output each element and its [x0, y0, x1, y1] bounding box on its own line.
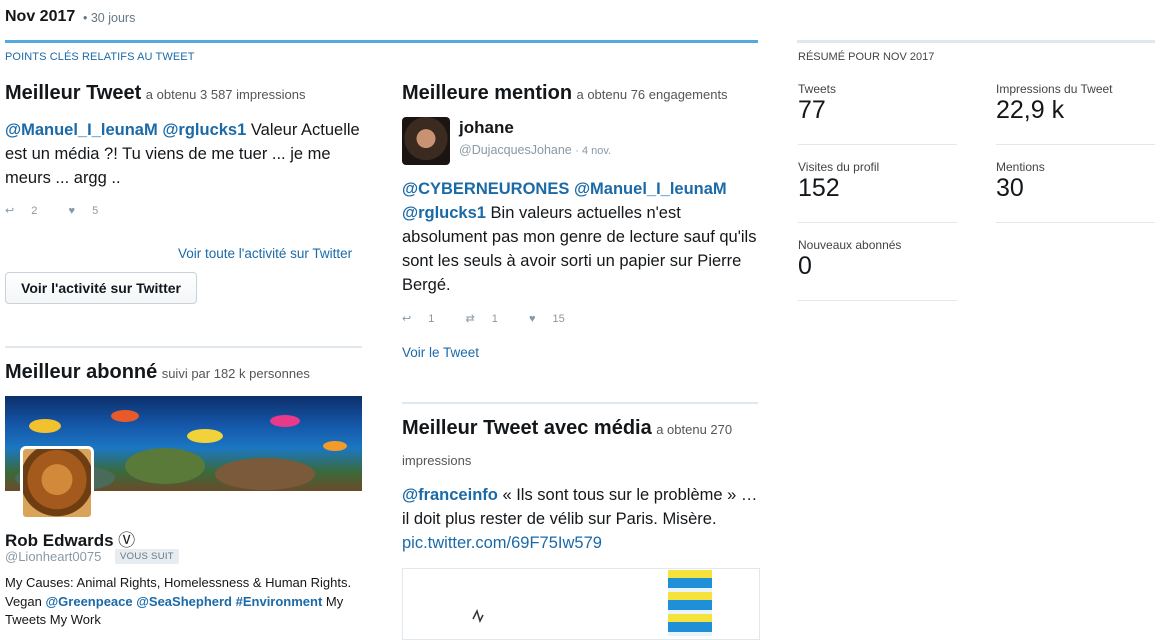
- divider: [402, 402, 758, 404]
- section-rule-highlights: [5, 40, 758, 43]
- pic-link[interactable]: pic.twitter.com/69F75Iw579: [402, 534, 602, 552]
- summary-divider: [798, 144, 957, 145]
- follower-name[interactable]: Rob Edwards: [5, 531, 114, 550]
- month-title: Nov 2017: [5, 8, 76, 25]
- summary-divider: [996, 144, 1155, 145]
- summary-impressions: Impressions du Tweet 22,9 k: [996, 82, 1113, 124]
- reply-stat[interactable]: ↩ 1: [402, 313, 448, 325]
- top-mention-stats: ↩ 1 ⇄ 1 ♥ 15: [402, 312, 593, 325]
- top-tweet-subtitle: a obtenu 3 587 impressions: [145, 87, 306, 102]
- follower-avatar[interactable]: [20, 446, 94, 520]
- summary-new-followers: Nouveaux abonnés 0: [798, 238, 902, 280]
- mention-user-meta: @DujacquesJohane · 4 nov.: [459, 143, 611, 157]
- mention-link[interactable]: @rglucks1: [162, 121, 246, 139]
- follower-handle[interactable]: @Lionheart0075: [5, 549, 101, 564]
- top-follower-subtitle: suivi par 182 k personnes: [161, 366, 310, 381]
- top-tweet-title: Meilleur Tweet: [5, 82, 142, 104]
- top-media-text: @franceinfo « Ils sont tous sur le probl…: [402, 486, 758, 552]
- mention-link[interactable]: @Manuel_I_leunaM: [5, 121, 158, 139]
- mention-user-name[interactable]: johane: [459, 118, 514, 138]
- mention-user-avatar[interactable]: [402, 117, 450, 165]
- top-mention-heading: Meilleure mention a obtenu 76 engagement…: [402, 82, 728, 105]
- summary-mentions: Mentions 30: [996, 160, 1045, 202]
- heart-icon: ♥: [68, 205, 75, 217]
- follows-you-badge: VOUS SUIT: [115, 549, 179, 564]
- summary-divider: [798, 300, 957, 301]
- view-all-activity-link[interactable]: Voir toute l'activité sur Twitter: [178, 246, 352, 261]
- like-stat[interactable]: ♥ 5: [68, 205, 112, 217]
- summary-profile-visits: Visites du profil 152: [798, 160, 880, 202]
- retweet-icon: ⇄: [465, 313, 475, 325]
- top-media-title: Meilleur Tweet avec média: [402, 417, 652, 439]
- highlights-label: POINTS CLÉS RELATIFS AU TWEET: [5, 51, 195, 63]
- reply-icon: ↩: [402, 313, 412, 325]
- reply-icon: ↩: [5, 205, 15, 217]
- summary-tweets: Tweets 77: [798, 82, 837, 124]
- top-mention-subtitle: a obtenu 76 engagements: [576, 87, 728, 102]
- view-activity-button[interactable]: Voir l'activité sur Twitter: [5, 272, 197, 304]
- mention-link[interactable]: @CYBERNEURONES: [402, 180, 569, 198]
- mention-user-handle[interactable]: @DujacquesJohane: [459, 143, 572, 157]
- period-label: • 30 jours: [83, 11, 136, 25]
- verified-icon: Ⓥ: [118, 531, 136, 550]
- mention-date[interactable]: · 4 nov.: [575, 145, 611, 157]
- divider: [5, 346, 362, 348]
- top-follower-heading: Meilleur abonné suivi par 182 k personne…: [5, 361, 310, 384]
- summary-divider: [996, 222, 1155, 223]
- reply-stat[interactable]: ↩ 2: [5, 205, 51, 217]
- top-media-heading: Meilleur Tweet avec média a obtenu 270: [402, 417, 762, 440]
- top-tweet-text: @Manuel_I_leunaM @rglucks1 Valeur Actuel…: [5, 121, 360, 187]
- mention-link[interactable]: @Manuel_I_leunaM: [574, 180, 727, 198]
- top-tweet-heading: Meilleur Tweet a obtenu 3 587 impression…: [5, 82, 306, 105]
- mention-link[interactable]: @SeaShepherd: [136, 594, 232, 609]
- like-stat[interactable]: ♥ 15: [529, 313, 579, 325]
- top-follower-title: Meilleur abonné: [5, 361, 158, 383]
- top-media-subtitle-cont: impressions: [402, 453, 472, 468]
- hashtag-link[interactable]: #Environment: [236, 594, 323, 609]
- view-tweet-link[interactable]: Voir le Tweet: [402, 345, 479, 360]
- media-pattern-strip: [668, 570, 712, 636]
- summary-divider: [798, 222, 957, 223]
- heart-icon: ♥: [528, 313, 536, 325]
- mention-link[interactable]: @Greenpeace: [46, 594, 133, 609]
- follower-name-row: Rob Edwards Ⓥ: [5, 526, 135, 551]
- summary-label: RÉSUMÉ POUR NOV 2017: [798, 51, 935, 63]
- top-mention-title: Meilleure mention: [402, 82, 573, 104]
- follower-bio: My Causes: Animal Rights, Homelessness &…: [5, 575, 352, 627]
- top-tweet-stats: ↩ 2 ♥ 5: [5, 204, 126, 217]
- top-mention-text: @CYBERNEURONES @Manuel_I_leunaM @rglucks…: [402, 180, 757, 294]
- retweet-stat[interactable]: ⇄ 1: [465, 313, 511, 325]
- mention-link[interactable]: @franceinfo: [402, 486, 498, 504]
- section-rule-summary: [797, 40, 1155, 43]
- mention-link[interactable]: @rglucks1: [402, 204, 486, 222]
- top-media-subtitle: a obtenu 270: [656, 422, 733, 437]
